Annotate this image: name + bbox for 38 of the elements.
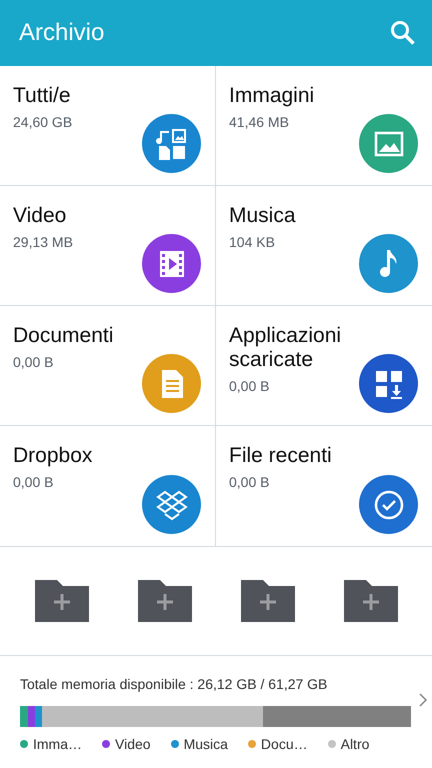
- category-size: 24,60 GB: [13, 114, 74, 130]
- category-size: 0,00 B: [229, 378, 270, 394]
- category-tile[interactable]: Dropbox 0,00 B: [0, 426, 216, 546]
- category-tile[interactable]: Documenti 0,00 B: [0, 306, 216, 426]
- category-tile[interactable]: Musica 104 KB: [216, 186, 432, 306]
- add-folder-button[interactable]: [34, 580, 88, 622]
- legend-label: Musica: [184, 736, 228, 752]
- legend-label: Docu…: [260, 736, 308, 752]
- category-name: Tutti/e: [13, 84, 72, 108]
- category-name: Immagini: [229, 84, 316, 108]
- legend-label: Imma…: [33, 736, 82, 752]
- add-folder-button[interactable]: [138, 580, 192, 622]
- storage-summary: Totale memoria disponibile : 26,12 GB / 61,27 GB: [20, 676, 328, 692]
- add-folder-button[interactable]: [344, 580, 398, 622]
- add-folder-button[interactable]: [240, 580, 294, 622]
- media-grid-icon: [154, 126, 188, 160]
- category-size: 0,00 B: [13, 354, 54, 370]
- category-size: 29,13 MB: [13, 234, 74, 250]
- category-tile[interactable]: Tutti/e 24,60 GB: [0, 66, 216, 186]
- category-name: Dropbox: [13, 444, 94, 468]
- category-name: Applicazioni scaricate: [229, 324, 342, 372]
- category-tile[interactable]: File recenti 0,00 B: [216, 426, 432, 546]
- legend-label: Video: [115, 736, 151, 752]
- search-icon[interactable]: [390, 20, 416, 46]
- category-size: 0,00 B: [13, 474, 54, 490]
- legend-label: Altro: [340, 736, 370, 752]
- category-tile[interactable]: Immagini 41,46 MB: [216, 66, 432, 186]
- app-title: Archivio: [19, 19, 104, 47]
- category-name: Musica: [229, 204, 297, 228]
- category-tile[interactable]: Video 29,13 MB: [0, 186, 216, 306]
- category-tile[interactable]: Applicazioni scaricate 0,00 B: [216, 306, 432, 426]
- category-name: Video: [13, 204, 68, 228]
- category-name: Documenti: [13, 324, 114, 348]
- category-size: 41,46 MB: [229, 114, 290, 130]
- category-size: 0,00 B: [229, 474, 270, 490]
- category-size: 104 KB: [229, 234, 276, 250]
- category-name: File recenti: [229, 444, 333, 468]
- chevron-right-icon[interactable]: [418, 692, 428, 708]
